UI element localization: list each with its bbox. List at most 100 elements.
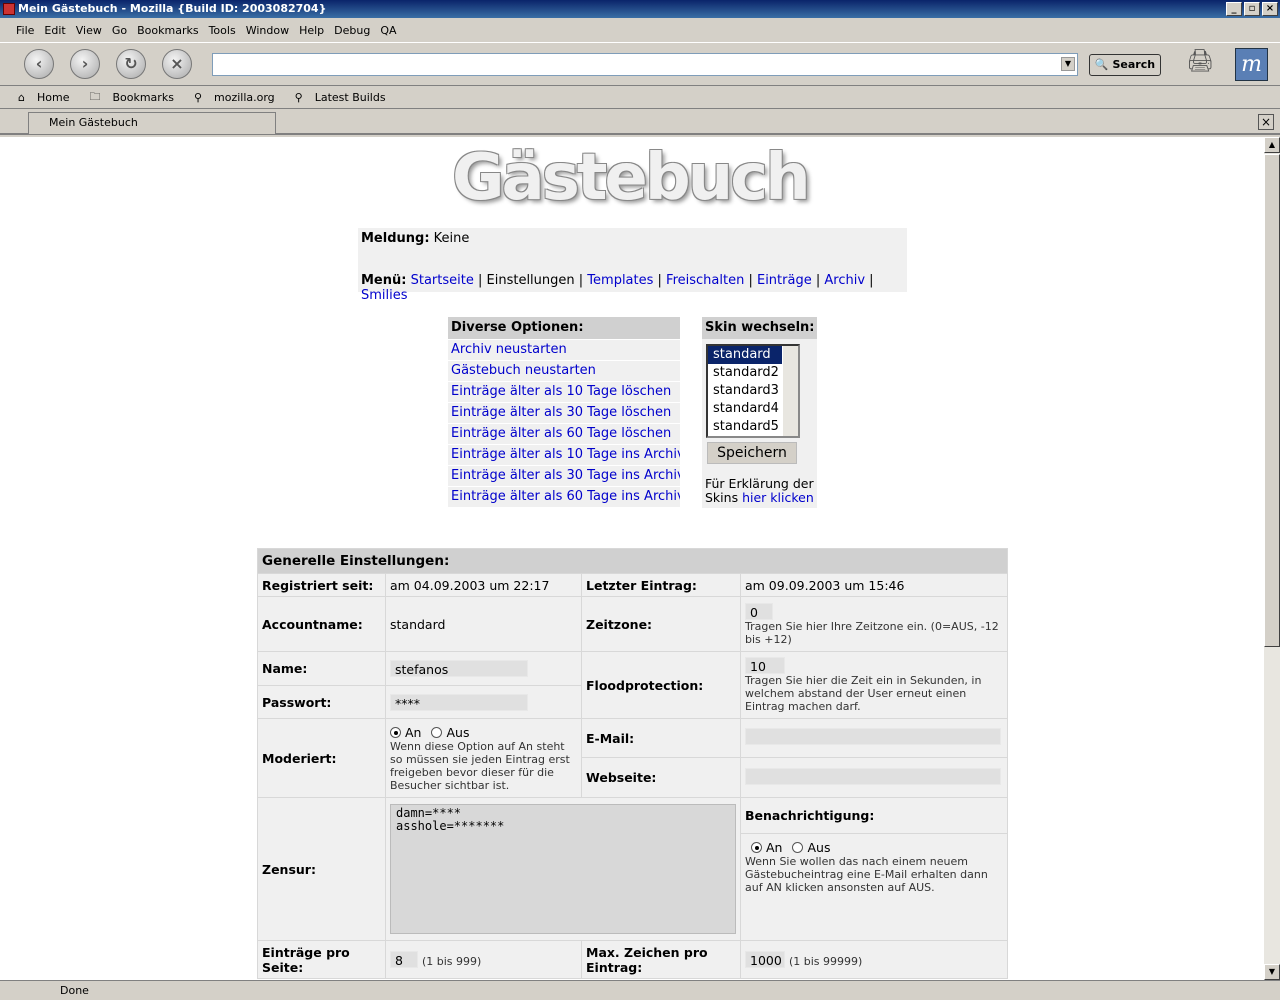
flood-input[interactable]: 10 [745,657,785,674]
skin-option[interactable]: standard [708,346,782,364]
close-window-button[interactable]: × [1262,2,1278,16]
notify-on-radio[interactable] [751,842,762,853]
menu-help[interactable]: Help [299,24,324,37]
status-text: Done [60,984,89,997]
notify-label: Benachrichtigung: [740,797,1008,834]
mozilla-org-link[interactable]: ⚲ mozilla.org [194,91,285,104]
print-icon[interactable]: 🖨 [1186,49,1226,81]
menu-bookmarks[interactable]: Bookmarks [137,24,198,37]
option-link[interactable]: Einträge älter als 10 Tage löschen [451,384,671,399]
general-settings-title: Generelle Einstellungen: [257,548,1008,574]
skin-option[interactable]: standard5 [708,418,782,436]
misc-options-panel: Diverse Optionen: Archiv neustarten Gäst… [448,317,680,507]
last-entry-label: Letzter Eintrag: [581,573,741,597]
account-value: standard [385,596,582,652]
url-input[interactable] [213,54,1053,74]
website-input[interactable] [745,767,1001,785]
latest-builds-link[interactable]: ⚲ Latest Builds [295,91,396,104]
menu-archiv[interactable]: Archiv [824,273,865,288]
tab-guestbook[interactable]: Mein Gästebuch [28,112,276,134]
timezone-label: Zeitzone: [581,596,741,652]
max-chars-input[interactable]: 1000 [745,951,785,968]
menu-eintraege[interactable]: Einträge [757,273,812,288]
email-input[interactable] [745,728,1001,745]
censor-textarea[interactable]: damn=**** asshole=******* [390,804,736,934]
moderated-off-radio[interactable] [431,726,443,738]
name-input[interactable]: stefanos [390,660,528,677]
menu-file[interactable]: File [16,24,34,37]
per-page-input[interactable]: 8 [390,951,418,968]
skin-help-link[interactable]: hier klicken [742,490,814,505]
bookmarks-label: Bookmarks [112,91,174,104]
url-dropdown-icon[interactable]: ▼ [1061,57,1075,71]
menu-qa[interactable]: QA [380,24,396,37]
menu-edit[interactable]: Edit [44,24,65,37]
menu-go[interactable]: Go [112,24,127,37]
search-button[interactable]: 🔍 Search [1089,54,1161,76]
option-link[interactable]: Einträge älter als 60 Tage löschen [451,426,671,441]
window-title: Mein Gästebuch - Mozilla {Build ID: 2003… [18,2,327,15]
tab-label: Mein Gästebuch [49,116,138,129]
url-bar[interactable]: ▼ [212,53,1078,76]
menu-debug[interactable]: Debug [334,24,370,37]
option-link[interactable]: Einträge älter als 60 Tage ins Archiv [451,489,680,504]
home-icon: ⌂ [18,91,25,104]
flood-hint: Tragen Sie hier die Zeit ein in Sekunden… [745,674,982,713]
password-input[interactable]: **** [390,693,528,711]
skin-option[interactable]: standard4 [708,400,782,418]
stop-icon[interactable]: × [162,49,192,79]
misc-options-title: Diverse Optionen: [448,317,680,339]
option-link[interactable]: Einträge älter als 10 Tage ins Archiv [451,447,680,462]
menu-tools[interactable]: Tools [209,24,236,37]
message-box: Meldung: Keine Menü: Startseite | Einste… [358,228,907,303]
skin-option[interactable]: standard3 [708,382,782,400]
skin-note-text: Für Erklärung der [705,476,814,491]
notify-off-radio[interactable] [792,842,804,853]
skin-title: Skin wechseln: [702,317,817,339]
moderated-on-radio[interactable] [390,726,401,738]
option-link[interactable]: Archiv neustarten [451,342,567,357]
close-tab-icon[interactable]: × [1258,114,1274,130]
skin-save-button[interactable]: Speichern [707,442,797,464]
timezone-input[interactable]: 0 [745,602,773,620]
page-content: Gästebuch Meldung: Keine Menü: Startseit… [0,137,1264,980]
app-icon [3,3,15,15]
forward-icon[interactable]: › [70,49,100,79]
scroll-down-icon[interactable]: ▼ [1264,964,1280,980]
skin-list-scrollbar[interactable] [783,346,798,436]
home-button[interactable]: ⌂ Home [18,91,79,104]
back-icon[interactable]: ‹ [24,49,54,79]
menu-freischalten[interactable]: Freischalten [666,273,744,288]
mozilla-throbber-icon[interactable]: m [1235,48,1268,81]
last-entry-value: am 09.09.2003 um 15:46 [740,573,1008,597]
scroll-thumb[interactable] [1264,154,1280,647]
skin-option[interactable]: standard2 [708,364,782,382]
option-link[interactable]: Einträge älter als 30 Tage löschen [451,405,671,420]
meldung-label: Meldung: [361,231,430,246]
option-link[interactable]: Einträge älter als 30 Tage ins Archiv [451,468,680,483]
menu-templates[interactable]: Templates [587,273,653,288]
menu-bar: File Edit View Go Bookmarks Tools Window… [0,19,1280,41]
skin-listbox[interactable]: standard standard2 standard3 standard4 s… [706,344,800,438]
menu-window[interactable]: Window [246,24,289,37]
minimize-button[interactable]: _ [1226,2,1242,16]
menu-startseite[interactable]: Startseite [411,273,474,288]
email-label: E-Mail: [581,718,741,758]
registered-label: Registriert seit: [257,573,386,597]
flood-label: Floodprotection: [581,651,741,719]
notify-on-label: An [766,840,783,855]
option-link[interactable]: Gästebuch neustarten [451,363,596,378]
per-page-range: (1 bis 999) [421,955,482,968]
scroll-up-icon[interactable]: ▲ [1264,137,1280,153]
menu-smilies[interactable]: Smilies [361,288,408,303]
page-scrollbar[interactable]: ▲ ▼ [1264,137,1280,980]
website-label: Webseite: [581,757,741,798]
menu-einstellungen: Einstellungen [486,273,575,288]
menu-view[interactable]: View [76,24,102,37]
personal-toolbar: ⌂ Home 🗀 Bookmarks ⚲ mozilla.org ⚲ Latest Bu… [0,87,1280,109]
reload-icon[interactable]: ↻ [116,49,146,79]
bookmarks-button[interactable]: 🗀 Bookmarks [89,88,183,107]
maximize-button[interactable]: ▫ [1244,2,1260,16]
notify-off-label: Aus [807,840,831,855]
account-label: Accountname: [257,596,386,652]
